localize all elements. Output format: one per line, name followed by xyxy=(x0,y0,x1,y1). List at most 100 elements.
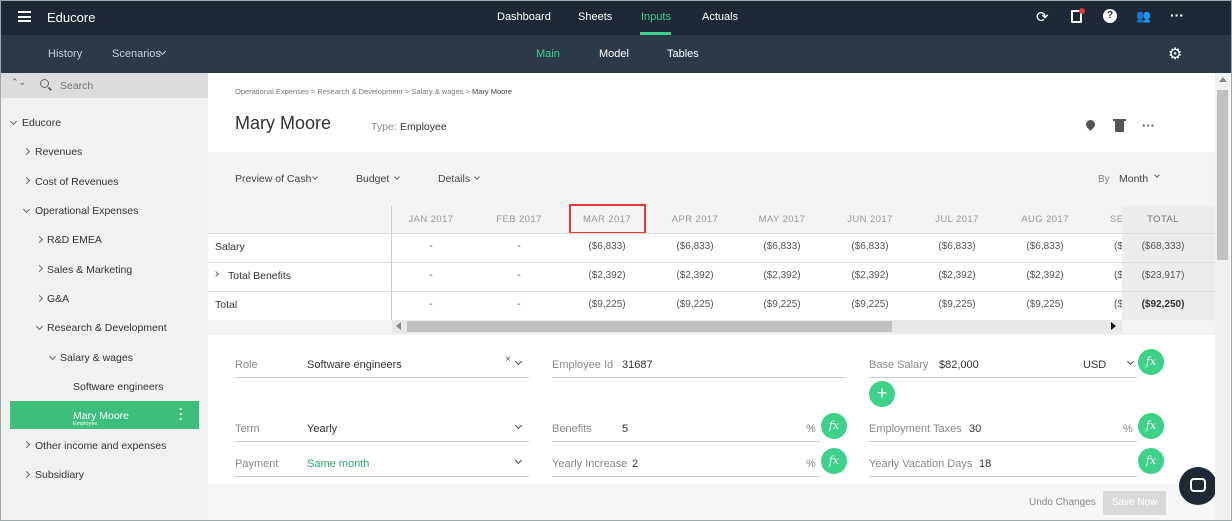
save-now-button[interactable]: Save Now xyxy=(1103,491,1166,515)
add-icon[interactable]: + xyxy=(869,381,895,407)
table-cell[interactable]: ($ xyxy=(1114,241,1122,252)
role-underline xyxy=(235,377,529,378)
table-cell[interactable]: ($6,833) xyxy=(1010,241,1080,252)
table-cell[interactable]: ($6,833) xyxy=(922,241,992,252)
sidebar-item-salary-wages[interactable]: Salary & wages xyxy=(60,352,133,364)
col-header-jul-2017: JUL 2017 xyxy=(935,214,979,225)
table-cell[interactable]: ($6,833) xyxy=(660,241,730,252)
help-icon[interactable]: ? xyxy=(1103,9,1117,23)
payment-select[interactable]: Same month xyxy=(307,458,369,470)
sidebar-item-other-income[interactable]: Other income and expenses xyxy=(35,440,166,452)
kebab-icon[interactable]: · · · xyxy=(179,403,183,425)
scroll-left-arrow-icon[interactable] xyxy=(396,322,401,330)
table-cell[interactable]: ($6,833) xyxy=(835,241,905,252)
clear-icon[interactable]: × xyxy=(505,354,511,365)
nav-dashboard[interactable]: Dashboard xyxy=(497,11,551,23)
table-cell-total: ($68,333) xyxy=(1141,241,1185,252)
table-cell[interactable]: ($2,392) xyxy=(835,270,905,281)
budget-dropdown[interactable]: Budget xyxy=(356,173,389,185)
formula-fx-button[interactable]: fx xyxy=(1138,448,1164,474)
formula-fx-button[interactable]: fx xyxy=(821,448,847,474)
details-dropdown[interactable]: Details xyxy=(438,173,470,185)
menu-icon[interactable] xyxy=(18,11,31,22)
base-salary-label: Base Salary xyxy=(869,359,929,371)
by-label: By xyxy=(1098,174,1110,185)
more-icon[interactable]: ··· xyxy=(1142,118,1155,133)
search-input[interactable] xyxy=(60,77,200,94)
refresh-icon[interactable]: ⟳ xyxy=(1036,8,1049,26)
table-cell[interactable]: ($2,392) xyxy=(1010,270,1080,281)
type-label: Type: xyxy=(371,121,397,133)
sidebar-item-ga[interactable]: G&A xyxy=(47,293,69,305)
term-select[interactable]: Yearly xyxy=(307,423,337,435)
formula-fx-button[interactable]: fx xyxy=(1138,413,1164,439)
chat-button[interactable] xyxy=(1179,467,1217,505)
sidebar-item-software-engineers[interactable]: Software engineers xyxy=(73,381,163,393)
nav-actuals[interactable]: Actuals xyxy=(702,11,738,23)
nav-inputs[interactable]: Inputs xyxy=(641,11,671,23)
scroll-up-arrow-icon[interactable] xyxy=(1219,77,1227,82)
formula-fx-button[interactable]: fx xyxy=(821,413,847,439)
vacation-days-label: Yearly Vacation Days xyxy=(869,458,973,470)
scenarios-dropdown[interactable]: Scenarios xyxy=(112,48,161,60)
table-cell[interactable]: - xyxy=(396,270,466,281)
employee-id-input[interactable]: 31687 xyxy=(622,359,653,371)
scrollbar-thumb[interactable] xyxy=(407,321,892,332)
table-cell[interactable]: ($2,392) xyxy=(922,270,992,281)
nav-sheets[interactable]: Sheets xyxy=(578,11,612,23)
period-dropdown[interactable]: Month xyxy=(1119,173,1148,185)
history-link[interactable]: History xyxy=(48,48,82,60)
table-cell: - xyxy=(517,299,521,310)
yearly-increase-input[interactable]: 2 xyxy=(632,458,638,470)
table-cell[interactable]: ($2,392) xyxy=(660,270,730,281)
more-icon[interactable]: ··· xyxy=(1170,7,1184,23)
trash-icon[interactable] xyxy=(1115,121,1124,132)
tab-main[interactable]: Main xyxy=(536,48,560,60)
formula-fx-button[interactable]: fx xyxy=(1138,349,1164,375)
currency-select[interactable]: USD xyxy=(1083,359,1106,371)
base-salary-input[interactable]: $82,000 xyxy=(939,359,979,371)
percent-symbol: % xyxy=(806,423,816,435)
undo-changes-button[interactable]: Undo Changes xyxy=(1029,497,1096,508)
table-cell[interactable]: ($6,833) xyxy=(572,241,642,252)
sidebar-item-mary-moore[interactable]: Mary Moore Employee · · · xyxy=(10,401,199,429)
sidebar-item-operational-expenses[interactable]: Operational Expenses xyxy=(35,205,138,217)
sidebar-root[interactable]: Educore xyxy=(22,117,61,129)
sidebar-item-cost-of-revenues[interactable]: Cost of Revenues xyxy=(35,176,118,188)
tab-model[interactable]: Model xyxy=(599,48,629,60)
table-cell-grand-total: ($92,250) xyxy=(1141,299,1185,310)
table-cell: ($9,225) xyxy=(1026,299,1064,310)
sidebar-item-subsidiary[interactable]: Subsidiary xyxy=(35,469,84,481)
page-title: Mary Moore xyxy=(235,113,332,133)
col-header-aug-2017: AUG 2017 xyxy=(1021,214,1069,225)
table-cell[interactable]: ($2,392) xyxy=(747,270,817,281)
expand-collapse-icon[interactable]: ⌃⌄ xyxy=(11,78,26,87)
vacation-days-input[interactable]: 18 xyxy=(979,458,991,470)
employment-taxes-label: Employment Taxes xyxy=(869,423,962,435)
users-icon[interactable]: 👥 xyxy=(1136,9,1151,23)
app-name: Educore xyxy=(47,10,96,25)
tab-tables[interactable]: Tables xyxy=(667,48,699,60)
table-cell[interactable]: ($6,833) xyxy=(747,241,817,252)
sidebar-item-sales-marketing[interactable]: Sales & Marketing xyxy=(47,264,132,276)
table-cell[interactable]: ($ xyxy=(1114,270,1122,281)
sidebar-item-rd-emea[interactable]: R&D EMEA xyxy=(47,234,102,246)
preview-dropdown[interactable]: Preview of Cash xyxy=(235,173,311,185)
role-select[interactable]: Software engineers xyxy=(307,359,402,371)
vertical-scrollbar-thumb[interactable] xyxy=(1217,90,1228,260)
sidebar-item-research-development[interactable]: Research & Development xyxy=(47,322,167,334)
scroll-right-arrow-icon[interactable] xyxy=(1111,322,1116,330)
employment-taxes-input[interactable]: 30 xyxy=(969,423,981,435)
vertical-scrollbar[interactable] xyxy=(1215,73,1230,521)
employee-id-label: Employee Id xyxy=(552,359,614,371)
breadcrumb-path[interactable]: Operational Expenses > Research & Develo… xyxy=(235,87,472,96)
table-cell[interactable]: - xyxy=(484,241,554,252)
table-cell[interactable]: - xyxy=(484,270,554,281)
table-cell[interactable]: - xyxy=(396,241,466,252)
benefits-input[interactable]: 5 xyxy=(622,423,628,435)
sub-navbar: History Scenarios Main Model Tables ⚙ xyxy=(0,35,1232,73)
row-label-total-benefits[interactable]: Total Benefits xyxy=(228,270,291,282)
table-cell[interactable]: ($2,392) xyxy=(572,270,642,281)
sidebar-item-revenues[interactable]: Revenues xyxy=(35,146,82,158)
gear-icon[interactable]: ⚙ xyxy=(1168,44,1182,64)
